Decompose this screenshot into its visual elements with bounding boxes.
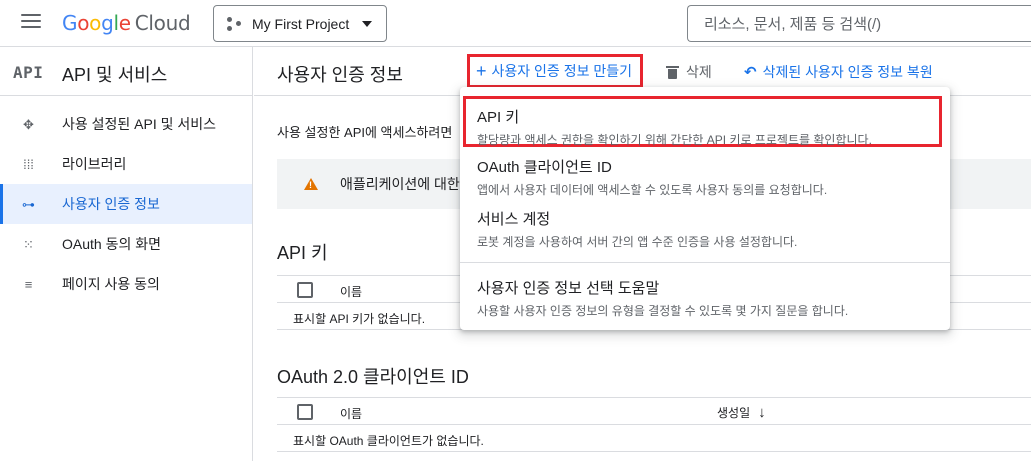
column-created[interactable]: 생성일 ↓ [717,404,766,421]
search-input[interactable]: 리소스, 문서, 제품 등 검색(/) [687,5,1031,42]
select-all-checkbox[interactable] [297,282,313,298]
oauth-icon: ⁙ [23,236,34,252]
project-name: My First Project [252,15,350,32]
intro-text: 사용 설정한 API에 액세스하려면 [277,125,453,140]
sidebar: API API 및 서비스 ✥ 사용 설정된 API 및 서비스 ⁞⁞⁞ 라이브… [0,47,253,461]
menu-icon[interactable] [21,14,41,30]
empty-message: 표시할 OAuth 클라이언트가 없습니다. [277,425,1031,452]
page-settings-icon: ≡ [24,277,33,292]
top-bar: Google Cloud My First Project 리소스, 문서, 제품… [0,0,1031,47]
chevron-down-icon [362,21,372,27]
create-credentials-menu: API 키 할당량과 액세스 권한을 확인하기 위해 간단한 API 키로 프로… [460,87,950,330]
oauth-table: 이름 생성일 ↓ 표시할 OAuth 클라이언트가 없습니다. [277,397,1031,452]
delete-button[interactable]: 삭제 [666,62,712,82]
oauth-title: OAuth 2.0 클라이언트 ID [277,367,469,387]
api-keys-title: API 키 [277,243,328,263]
menu-item-api-key[interactable]: API 키 할당량과 액세스 권한을 확인하기 위해 간단한 API 키로 프로… [460,106,950,148]
menu-item-help-me-choose[interactable]: 사용자 인증 정보 선택 도움말 사용할 사용자 인증 정보의 유형을 결정할 … [460,277,950,319]
project-selector[interactable]: My First Project [213,5,387,42]
sidebar-item-label: 페이지 사용 동의 [62,276,160,292]
sidebar-item-page-usage[interactable]: ≡ 페이지 사용 동의 [0,264,252,304]
api-icon: API [13,63,44,82]
google-cloud-logo[interactable]: Google Cloud [62,11,191,35]
trash-icon [666,65,679,79]
warning-icon [304,178,318,190]
library-icon: ⁞⁞⁞ [23,157,34,172]
sort-arrow-down-icon: ↓ [758,404,766,421]
plus-icon: + [476,61,487,81]
column-name[interactable]: 이름 [340,405,362,422]
table-header: 이름 생성일 ↓ [277,397,1031,425]
sidebar-item-label: 사용 설정된 API 및 서비스 [62,116,217,132]
menu-divider [460,262,950,263]
sidebar-item-label: 라이브러리 [62,156,127,172]
column-name[interactable]: 이름 [340,283,362,300]
menu-item-service-account[interactable]: 서비스 계정 로봇 계정을 사용하여 서버 간의 앱 수준 인증을 사용 설정합… [460,208,950,250]
project-icon [226,16,242,32]
menu-item-oauth-client-id[interactable]: OAuth 클라이언트 ID 앱에서 사용자 데이터에 액세스할 수 있도록 사… [460,156,950,198]
sidebar-item-label: 사용자 인증 정보 [62,196,160,212]
warning-text: 애플리케이션에 대한 [340,176,460,192]
sidebar-header: API API 및 서비스 [0,47,252,96]
sidebar-item-library[interactable]: ⁞⁞⁞ 라이브러리 [0,144,252,184]
sidebar-title: API 및 서비스 [62,65,168,85]
sidebar-item-label: OAuth 동의 화면 [62,236,161,252]
restore-deleted-button[interactable]: ↶ 삭제된 사용자 인증 정보 복원 [744,62,933,82]
sidebar-item-enabled-apis[interactable]: ✥ 사용 설정된 API 및 서비스 [0,104,252,144]
create-credentials-button[interactable]: + 사용자 인증 정보 만들기 [467,54,643,88]
page-title: 사용자 인증 정보 [277,65,403,85]
dashboard-icon: ✥ [23,116,34,132]
sidebar-item-oauth-consent[interactable]: ⁙ OAuth 동의 화면 [0,224,252,264]
key-icon: ⊶ [22,196,35,212]
undo-icon: ↶ [744,64,757,81]
sidebar-item-credentials[interactable]: ⊶ 사용자 인증 정보 [0,184,252,224]
select-all-checkbox[interactable] [297,404,313,420]
